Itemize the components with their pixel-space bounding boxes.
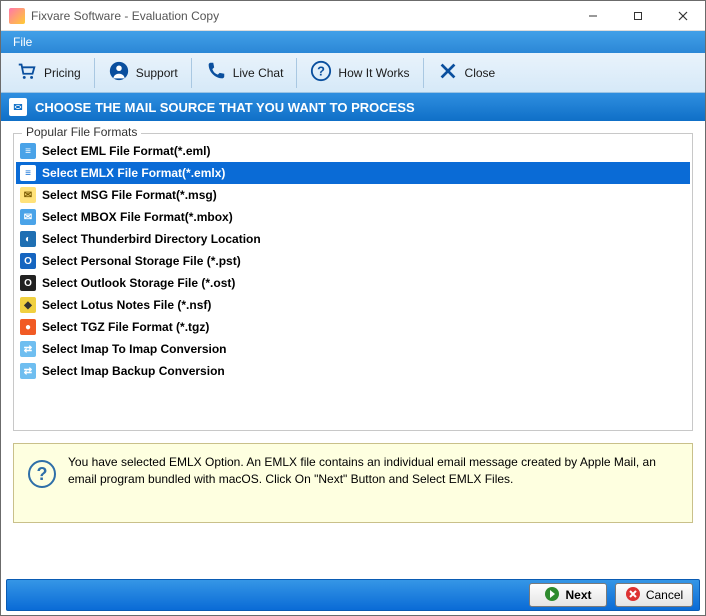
cart-icon bbox=[16, 60, 38, 85]
formats-legend: Popular File Formats bbox=[22, 125, 141, 139]
support-button[interactable]: Support bbox=[97, 56, 189, 90]
format-icon: ≡ bbox=[20, 165, 36, 181]
format-label: Select Imap Backup Conversion bbox=[42, 364, 225, 378]
section-header: ✉ CHOOSE THE MAIL SOURCE THAT YOU WANT T… bbox=[1, 93, 705, 121]
format-icon: ◐ bbox=[20, 231, 36, 247]
format-icon: ✉ bbox=[20, 187, 36, 203]
mail-icon: ✉ bbox=[9, 98, 27, 116]
format-option[interactable]: ✉ Select MSG File Format(*.msg) bbox=[16, 184, 690, 206]
info-text: You have selected EMLX Option. An EMLX f… bbox=[68, 454, 678, 489]
format-option[interactable]: ≡ Select EML File Format(*.eml) bbox=[16, 140, 690, 162]
window-title: Fixvare Software - Evaluation Copy bbox=[31, 9, 570, 23]
format-icon: ● bbox=[20, 319, 36, 335]
format-option[interactable]: ✉ Select MBOX File Format(*.mbox) bbox=[16, 206, 690, 228]
support-label: Support bbox=[136, 66, 178, 80]
livechat-button[interactable]: Live Chat bbox=[194, 56, 295, 90]
formats-group: Popular File Formats ≡Select EML File Fo… bbox=[13, 133, 693, 431]
format-icon: O bbox=[20, 253, 36, 269]
format-option[interactable]: ● Select TGZ File Format (*.tgz) bbox=[16, 316, 690, 338]
next-label: Next bbox=[565, 588, 591, 602]
format-icon: ⇄ bbox=[20, 341, 36, 357]
howitworks-button[interactable]: ? How It Works bbox=[299, 56, 420, 90]
format-option[interactable]: O Select Personal Storage File (*.pst) bbox=[16, 250, 690, 272]
format-label: Select Thunderbird Directory Location bbox=[42, 232, 261, 246]
toolbar-separator bbox=[94, 58, 95, 88]
menubar: File bbox=[1, 31, 705, 53]
close-icon bbox=[437, 60, 459, 85]
menu-file[interactable]: File bbox=[5, 33, 40, 51]
howitworks-label: How It Works bbox=[338, 66, 409, 80]
info-panel: ? You have selected EMLX Option. An EMLX… bbox=[13, 443, 693, 523]
svg-text:?: ? bbox=[318, 64, 326, 79]
footer-bar: Next Cancel bbox=[6, 579, 700, 611]
app-icon bbox=[9, 8, 25, 24]
toolbar-separator bbox=[191, 58, 192, 88]
phone-icon bbox=[205, 60, 227, 85]
cancel-label: Cancel bbox=[646, 588, 683, 602]
format-option[interactable]: ◆ Select Lotus Notes File (*.nsf) bbox=[16, 294, 690, 316]
close-label: Close bbox=[465, 66, 496, 80]
formats-list: ≡ Select EML File Format(*.eml) ≡ Select EM… bbox=[16, 138, 690, 382]
question-icon: ? bbox=[310, 60, 332, 85]
format-label: Select Imap To Imap Conversion bbox=[42, 342, 227, 356]
toolbar-separator bbox=[296, 58, 297, 88]
titlebar: Fixvare Software - Evaluation Copy bbox=[1, 1, 705, 31]
headset-icon bbox=[108, 60, 130, 85]
next-button[interactable]: Next bbox=[529, 583, 607, 607]
format-icon: ⇄ bbox=[20, 363, 36, 379]
format-option[interactable]: ⇄ Select Imap Backup Conversion bbox=[16, 360, 690, 382]
format-option[interactable]: ≡ Select EMLX File Format(*.emlx) bbox=[16, 162, 690, 184]
format-label: Select MSG File Format(*.msg) bbox=[42, 188, 217, 202]
close-window-button[interactable] bbox=[660, 1, 705, 30]
livechat-label: Live Chat bbox=[233, 66, 284, 80]
format-label: Select EMLX File Format(*.emlx) bbox=[42, 166, 225, 180]
format-label: Select MBOX File Format(*.mbox) bbox=[42, 210, 233, 224]
format-label: Select Lotus Notes File (*.nsf) bbox=[42, 298, 211, 312]
close-button[interactable]: Close bbox=[426, 56, 507, 90]
toolbar-separator bbox=[423, 58, 424, 88]
section-title: CHOOSE THE MAIL SOURCE THAT YOU WANT TO … bbox=[35, 100, 415, 115]
minimize-button[interactable] bbox=[570, 1, 615, 30]
format-label: Select TGZ File Format (*.tgz) bbox=[42, 320, 209, 334]
format-icon: ≡ bbox=[20, 143, 36, 159]
pricing-label: Pricing bbox=[44, 66, 81, 80]
format-icon: ✉ bbox=[20, 209, 36, 225]
cancel-icon bbox=[625, 586, 641, 605]
cancel-button[interactable]: Cancel bbox=[615, 583, 693, 607]
window-controls bbox=[570, 1, 705, 30]
format-option[interactable]: ⇄ Select Imap To Imap Conversion bbox=[16, 338, 690, 360]
format-label: Select Outlook Storage File (*.ost) bbox=[42, 276, 235, 290]
toolbar: Pricing Support Live Chat ? How It Works… bbox=[1, 53, 705, 93]
format-icon: O bbox=[20, 275, 36, 291]
format-option[interactable]: O Select Outlook Storage File (*.ost) bbox=[16, 272, 690, 294]
pricing-button[interactable]: Pricing bbox=[5, 56, 92, 90]
format-label: Select EML File Format(*.eml) bbox=[42, 144, 211, 158]
format-option[interactable]: ◐ Select Thunderbird Directory Location bbox=[16, 228, 690, 250]
format-label: Select Personal Storage File (*.pst) bbox=[42, 254, 241, 268]
maximize-button[interactable] bbox=[615, 1, 660, 30]
format-icon: ◆ bbox=[20, 297, 36, 313]
arrow-right-icon bbox=[544, 586, 560, 605]
content-area: Popular File Formats ≡ Select EML File Fo… bbox=[1, 121, 705, 535]
info-question-icon: ? bbox=[28, 460, 56, 488]
